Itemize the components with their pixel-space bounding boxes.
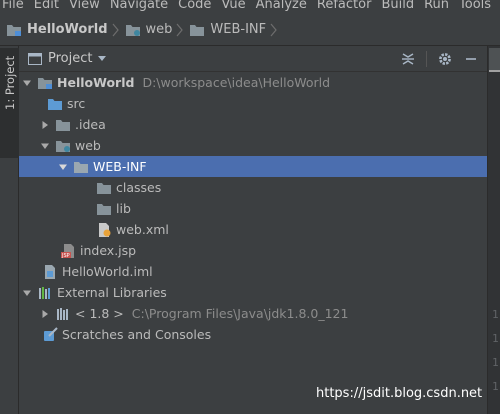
collapse-all-icon[interactable] xyxy=(400,51,416,67)
jdk-icon xyxy=(57,307,68,320)
menu-navigate[interactable]: Navigate xyxy=(105,0,173,11)
menu-run[interactable]: Run xyxy=(419,0,454,11)
breadcrumb-item-web-inf[interactable]: WEB-INF xyxy=(183,14,277,46)
menu-view[interactable]: View xyxy=(64,0,105,11)
breadcrumb-label: WEB-INF xyxy=(210,22,267,37)
tree-item-label: web.xml xyxy=(116,222,169,237)
libraries-icon xyxy=(39,286,50,299)
gear-icon[interactable] xyxy=(437,51,453,67)
watermark-text: https://jsdit.blog.csdn.net xyxy=(316,386,483,401)
folder-icon xyxy=(190,24,205,36)
tree-item-classes[interactable]: classes xyxy=(19,177,487,198)
expand-arrow-right-icon[interactable] xyxy=(40,309,50,319)
tree-item-path: C:\Program Files\Java\jdk1.8.0_121 xyxy=(131,306,349,321)
tree-item-label: lib xyxy=(116,201,131,216)
tool-window-strip: 1: Project xyxy=(0,46,19,414)
chevron-right-icon xyxy=(270,23,277,36)
menu-vue[interactable]: Vue xyxy=(216,0,250,11)
web-folder-icon xyxy=(125,24,140,36)
tree-item-label: WEB-INF xyxy=(93,159,147,174)
chevron-right-icon xyxy=(176,23,184,36)
tree-item-scratches[interactable]: Scratches and Consoles xyxy=(19,324,487,345)
project-panel: Project HelloWorld D:\workspace\idea\Hel… xyxy=(19,46,487,414)
tree-item-idea[interactable]: .idea xyxy=(19,114,487,135)
tree-item-helloworld-iml[interactable]: HelloWorld.iml xyxy=(19,261,487,282)
iml-file-icon xyxy=(45,264,55,279)
menu-build[interactable]: Build xyxy=(376,0,419,11)
tree-item-label: < 1.8 > xyxy=(75,306,124,321)
folder-icon xyxy=(74,161,88,173)
tree-item-lib[interactable]: lib xyxy=(19,198,487,219)
menu-tools[interactable]: Tools xyxy=(454,0,496,11)
tree-item-external-libraries[interactable]: External Libraries xyxy=(19,282,487,303)
menu-code[interactable]: Code xyxy=(173,0,216,11)
breadcrumb-item-project[interactable]: HelloWorld xyxy=(0,14,119,46)
expand-arrow-right-icon[interactable] xyxy=(40,120,50,130)
scratches-icon xyxy=(44,326,58,341)
folder-icon xyxy=(56,119,70,131)
expand-arrow-down-icon[interactable] xyxy=(58,162,68,172)
tree-item-label: index.jsp xyxy=(80,243,137,258)
project-view-selector[interactable]: Project xyxy=(28,51,107,66)
tree-item-label: .idea xyxy=(75,117,106,132)
menu-file[interactable]: File xyxy=(0,0,29,11)
tree-item-label: Scratches and Consoles xyxy=(62,327,212,342)
tree-item-label: HelloWorld xyxy=(57,75,135,90)
tree-item-label: External Libraries xyxy=(57,285,167,300)
project-tool-tab[interactable]: 1: Project xyxy=(0,48,19,158)
tree-item-path: D:\workspace\idea\HelloWorld xyxy=(142,75,331,90)
source-folder-icon xyxy=(48,98,62,110)
editor-area[interactable]: 1 1 1 1 xyxy=(487,46,500,414)
folder-icon xyxy=(97,182,111,194)
expand-arrow-down-icon[interactable] xyxy=(40,141,50,151)
line-number: 1 xyxy=(492,380,499,393)
tree-item-label: HelloWorld.iml xyxy=(62,264,153,279)
menu-analyze[interactable]: Analyze xyxy=(251,0,312,11)
editor-tab[interactable] xyxy=(489,48,500,72)
tree-item-helloworld[interactable]: HelloWorld D:\workspace\idea\HelloWorld xyxy=(19,72,487,93)
menu-edit[interactable]: Edit xyxy=(29,0,64,11)
menu-refactor[interactable]: Refactor xyxy=(312,0,377,11)
line-number: 1 xyxy=(492,356,499,369)
breadcrumb-label: web xyxy=(145,22,173,37)
web-folder-icon xyxy=(56,140,70,152)
svg-text:JSP: JSP xyxy=(61,253,70,259)
project-panel-title: Project xyxy=(48,51,93,66)
minimize-icon[interactable] xyxy=(463,51,479,67)
tree-item-label: src xyxy=(67,96,86,111)
ide-window: File Edit View Navigate Code Vue Analyze… xyxy=(0,0,500,414)
xml-file-icon xyxy=(99,222,111,237)
breadcrumb: HelloWorld web WEB-INF xyxy=(0,14,500,46)
chevron-right-icon xyxy=(112,23,119,36)
line-number: 1 xyxy=(492,332,499,345)
tree-item-label: web xyxy=(75,138,101,153)
panel-actions xyxy=(390,51,479,67)
tree-item-web[interactable]: web xyxy=(19,135,487,156)
module-folder-icon xyxy=(38,77,52,89)
expand-arrow-down-icon[interactable] xyxy=(22,288,32,298)
line-number: 1 xyxy=(492,308,499,321)
tree-item-src[interactable]: src xyxy=(19,93,487,114)
project-panel-header: Project xyxy=(19,46,487,72)
chevron-down-icon xyxy=(98,56,107,61)
tree-item-label: classes xyxy=(116,180,162,195)
tree-item-web-inf[interactable]: WEB-INF xyxy=(19,156,487,177)
tree-item-index-jsp[interactable]: JSP index.jsp xyxy=(19,240,487,261)
jsp-file-icon: JSP xyxy=(61,243,74,259)
project-view-icon xyxy=(28,52,42,65)
toolbar-separator xyxy=(426,51,427,67)
tree-item-web-xml[interactable]: web.xml xyxy=(19,219,487,240)
module-folder-icon xyxy=(7,24,21,36)
breadcrumb-label: HelloWorld xyxy=(27,22,108,37)
project-tool-tab-label: 1: Project xyxy=(3,56,17,111)
tree-item-jdk[interactable]: < 1.8 > C:\Program Files\Java\jdk1.8.0_1… xyxy=(19,303,487,324)
breadcrumb-item-web[interactable]: web xyxy=(119,14,184,46)
menu-bar: File Edit View Navigate Code Vue Analyze… xyxy=(0,0,500,14)
expand-arrow-down-icon[interactable] xyxy=(22,78,32,88)
folder-icon xyxy=(97,203,111,215)
